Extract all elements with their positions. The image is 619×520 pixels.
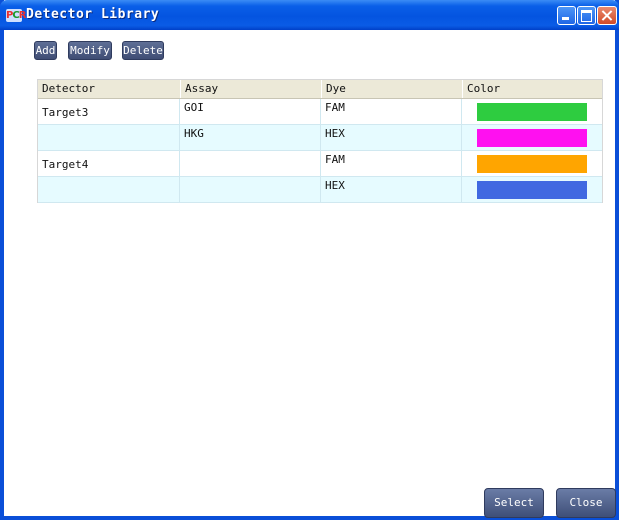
add-button[interactable]: Add [34, 41, 57, 60]
dye-cell[interactable]: FAM [321, 151, 462, 177]
table-header: Detector Assay Dye Color [38, 80, 602, 99]
dye-cell[interactable]: FAM [321, 99, 462, 125]
detector-cell[interactable]: Target3 [38, 99, 180, 125]
color-swatch[interactable] [477, 181, 587, 199]
detector-cell[interactable]: Target4 [38, 151, 180, 177]
color-swatch[interactable] [477, 129, 587, 147]
table-row[interactable]: Target3 GOI FAM [38, 99, 602, 125]
color-cell[interactable] [462, 151, 602, 177]
select-button[interactable]: Select [484, 488, 544, 518]
minimize-icon[interactable] [557, 6, 576, 25]
detector-library-window: PCR Detector Library Add Modify Delete D… [0, 0, 619, 520]
title-bar[interactable]: PCR Detector Library [0, 0, 619, 30]
column-header-color[interactable]: Color [462, 80, 602, 98]
maximize-icon[interactable] [577, 6, 596, 25]
delete-button[interactable]: Delete [122, 41, 164, 60]
table-row[interactable]: HKG HEX [38, 125, 602, 151]
assay-cell[interactable] [180, 151, 321, 177]
column-header-assay[interactable]: Assay [180, 80, 321, 98]
color-swatch[interactable] [477, 155, 587, 173]
column-header-detector[interactable]: Detector [38, 80, 180, 98]
dye-cell[interactable]: HEX [321, 177, 462, 203]
table-row[interactable]: HEX [38, 177, 602, 203]
dye-cell[interactable]: HEX [321, 125, 462, 151]
assay-cell[interactable] [180, 177, 321, 203]
assay-cell[interactable]: HKG [180, 125, 321, 151]
app-icon-letter-r: R [18, 10, 27, 21]
detector-cell[interactable] [38, 177, 180, 203]
detector-cell[interactable] [38, 125, 180, 151]
color-cell[interactable] [462, 99, 602, 125]
column-header-dye[interactable]: Dye [321, 80, 462, 98]
close-button[interactable]: Close [556, 488, 616, 518]
app-icon: PCR [6, 9, 26, 22]
color-cell[interactable] [462, 177, 602, 203]
modify-button[interactable]: Modify [68, 41, 112, 60]
close-icon[interactable] [597, 6, 617, 25]
detector-table[interactable]: Detector Assay Dye Color Target3 GOI FAM… [37, 79, 603, 203]
color-cell[interactable] [462, 125, 602, 151]
color-swatch[interactable] [477, 103, 587, 121]
table-row[interactable]: Target4 FAM [38, 151, 602, 177]
window-title: Detector Library [26, 7, 160, 22]
assay-cell[interactable]: GOI [180, 99, 321, 125]
